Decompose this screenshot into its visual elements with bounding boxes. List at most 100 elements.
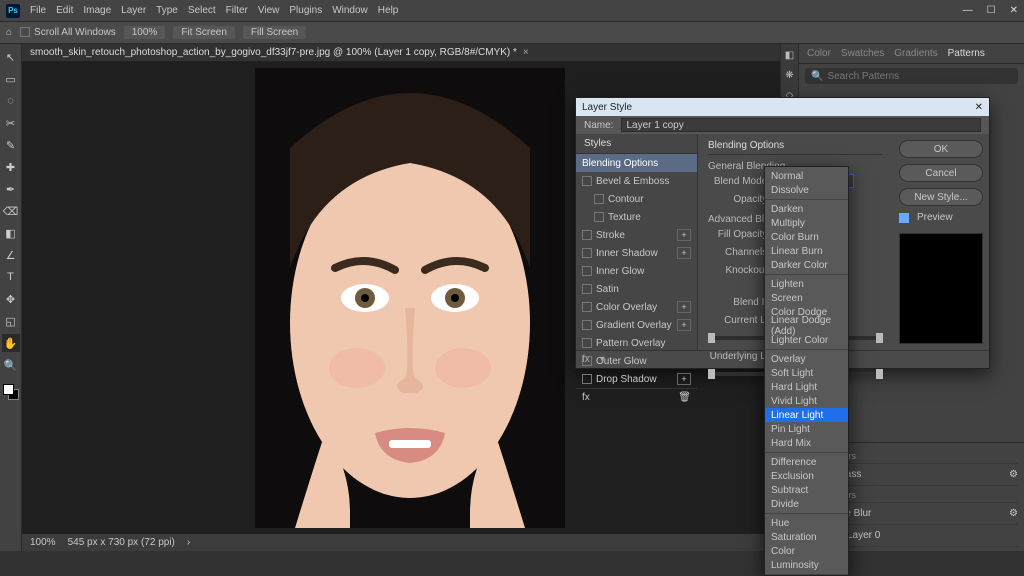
dropdown-option[interactable]: Hard Mix [765, 436, 848, 450]
dropdown-option[interactable]: Normal [765, 169, 848, 183]
add-effect-icon[interactable]: + [677, 373, 691, 385]
tool-brush[interactable]: ✒ [2, 180, 20, 198]
checkbox[interactable] [582, 302, 592, 312]
menu-item[interactable]: View [258, 5, 280, 16]
menu-item[interactable]: Layer [121, 5, 146, 16]
fx-row[interactable]: Satin [576, 280, 697, 298]
checkbox[interactable] [582, 230, 592, 240]
dropdown-option[interactable]: Difference [765, 455, 848, 469]
fx-row[interactable]: Inner Shadow+ [576, 244, 697, 262]
tool-heal[interactable]: ✚ [2, 158, 20, 176]
tool-eyedropper[interactable]: ✎ [2, 136, 20, 154]
menu-item[interactable]: Window [332, 5, 368, 16]
dropdown-option[interactable]: Pin Light [765, 422, 848, 436]
fx-row[interactable]: Stroke+ [576, 226, 697, 244]
fx-row[interactable]: Blending Options [576, 154, 697, 172]
cancel-button[interactable]: Cancel [899, 164, 983, 182]
checkbox[interactable] [582, 320, 592, 330]
menu-item[interactable]: Plugins [289, 5, 322, 16]
dropdown-option[interactable]: Color Burn [765, 230, 848, 244]
fx-icon[interactable]: fx [582, 354, 590, 365]
close-icon[interactable]: ✕ [1010, 5, 1018, 16]
fx-row[interactable]: Inner Glow [576, 262, 697, 280]
chevron-right-icon[interactable]: › [187, 537, 190, 548]
close-icon[interactable]: ✕ [975, 102, 983, 113]
dropdown-option[interactable]: Lighten [765, 277, 848, 291]
menu-item[interactable]: Select [188, 5, 216, 16]
dropdown-option[interactable]: Hard Light [765, 380, 848, 394]
checkbox[interactable] [582, 248, 592, 258]
tab-gradients[interactable]: Gradients [894, 48, 937, 59]
tool-hand[interactable]: ✋ [2, 334, 20, 352]
menu-item[interactable]: Image [83, 5, 111, 16]
dock-icon[interactable]: ❋ [783, 68, 797, 82]
tool-zoom[interactable]: 🔍 [2, 356, 20, 374]
filter-settings-icon[interactable]: ⚙ [1009, 469, 1018, 480]
dropdown-option[interactable]: Soft Light [765, 366, 848, 380]
dropdown-option[interactable]: Linear Light [765, 408, 848, 422]
tool-pen[interactable]: ∠ [2, 246, 20, 264]
dropdown-option[interactable]: Vivid Light [765, 394, 848, 408]
fg-bg-swatches[interactable] [3, 384, 19, 400]
fx-row[interactable]: Drop Shadow+ [576, 370, 697, 388]
dropdown-option[interactable]: Subtract [765, 483, 848, 497]
layer-name-input[interactable] [621, 118, 981, 132]
tool-lasso[interactable]: ◌ [2, 92, 20, 110]
checkbox[interactable] [594, 194, 604, 204]
checkbox[interactable] [582, 176, 592, 186]
scroll-all-option[interactable]: Scroll All Windows [20, 27, 116, 38]
checkbox[interactable] [582, 284, 592, 294]
dropdown-option[interactable]: Divide [765, 497, 848, 511]
fx-row[interactable]: Contour [576, 190, 697, 208]
tool-shape[interactable]: ◱ [2, 312, 20, 330]
tool-eraser[interactable]: ⌫ [2, 202, 20, 220]
fx-row[interactable]: Gradient Overlay+ [576, 316, 697, 334]
dropdown-option[interactable]: Overlay [765, 352, 848, 366]
dropdown-option[interactable]: Color [765, 544, 848, 558]
tab-color[interactable]: Color [807, 48, 831, 59]
close-tab-icon[interactable]: × [523, 47, 529, 58]
add-effect-icon[interactable]: + [677, 229, 691, 241]
menu-item[interactable]: File [30, 5, 46, 16]
fx-row[interactable]: Bevel & Emboss [576, 172, 697, 190]
menu-item[interactable]: Help [378, 5, 399, 16]
tool-path[interactable]: ✥ [2, 290, 20, 308]
dropdown-option[interactable]: Luminosity [765, 558, 848, 572]
new-style-button[interactable]: New Style... [899, 188, 983, 206]
dropdown-option[interactable]: Dissolve [765, 183, 848, 197]
trash-icon[interactable]: 🗑 [678, 392, 691, 403]
add-effect-icon[interactable]: + [677, 247, 691, 259]
home-icon[interactable]: ⌂ [6, 27, 12, 38]
dropdown-option[interactable]: Linear Dodge (Add) [765, 319, 848, 333]
minimize-icon[interactable]: — [963, 5, 973, 16]
checkbox[interactable] [594, 212, 604, 222]
fx-row[interactable]: Texture [576, 208, 697, 226]
checkbox[interactable] [582, 266, 592, 276]
dock-icon[interactable]: ◧ [783, 48, 797, 62]
ok-button[interactable]: OK [899, 140, 983, 158]
document-tab[interactable]: smooth_skin_retouch_photoshop_action_by_… [22, 44, 798, 62]
fit-screen-button[interactable]: Fit Screen [173, 26, 235, 39]
tool-type[interactable]: T [2, 268, 20, 286]
dropdown-option[interactable]: Multiply [765, 216, 848, 230]
dropdown-option[interactable]: Saturation [765, 530, 848, 544]
add-effect-icon[interactable]: + [677, 319, 691, 331]
menu-item[interactable]: Filter [226, 5, 248, 16]
add-effect-icon[interactable]: + [677, 301, 691, 313]
dropdown-option[interactable]: Exclusion [765, 469, 848, 483]
tab-patterns[interactable]: Patterns [948, 48, 985, 59]
tool-crop[interactable]: ✂ [2, 114, 20, 132]
chevron-down-icon[interactable]: ▾ [600, 354, 605, 365]
tool-move[interactable]: ↖ [2, 48, 20, 66]
dropdown-option[interactable]: Screen [765, 291, 848, 305]
tool-marquee[interactable]: ▭ [2, 70, 20, 88]
dialog-titlebar[interactable]: Layer Style ✕ [576, 98, 989, 116]
menu-item[interactable]: Edit [56, 5, 73, 16]
maximize-icon[interactable]: ☐ [987, 5, 996, 16]
fx-row[interactable]: Color Overlay+ [576, 298, 697, 316]
checkbox[interactable] [582, 374, 592, 384]
dropdown-option[interactable]: Linear Burn [765, 244, 848, 258]
fx-add-icon[interactable]: fx [582, 392, 590, 403]
search-input[interactable]: 🔍 Search Patterns [805, 68, 1018, 84]
dropdown-option[interactable]: Hue [765, 516, 848, 530]
